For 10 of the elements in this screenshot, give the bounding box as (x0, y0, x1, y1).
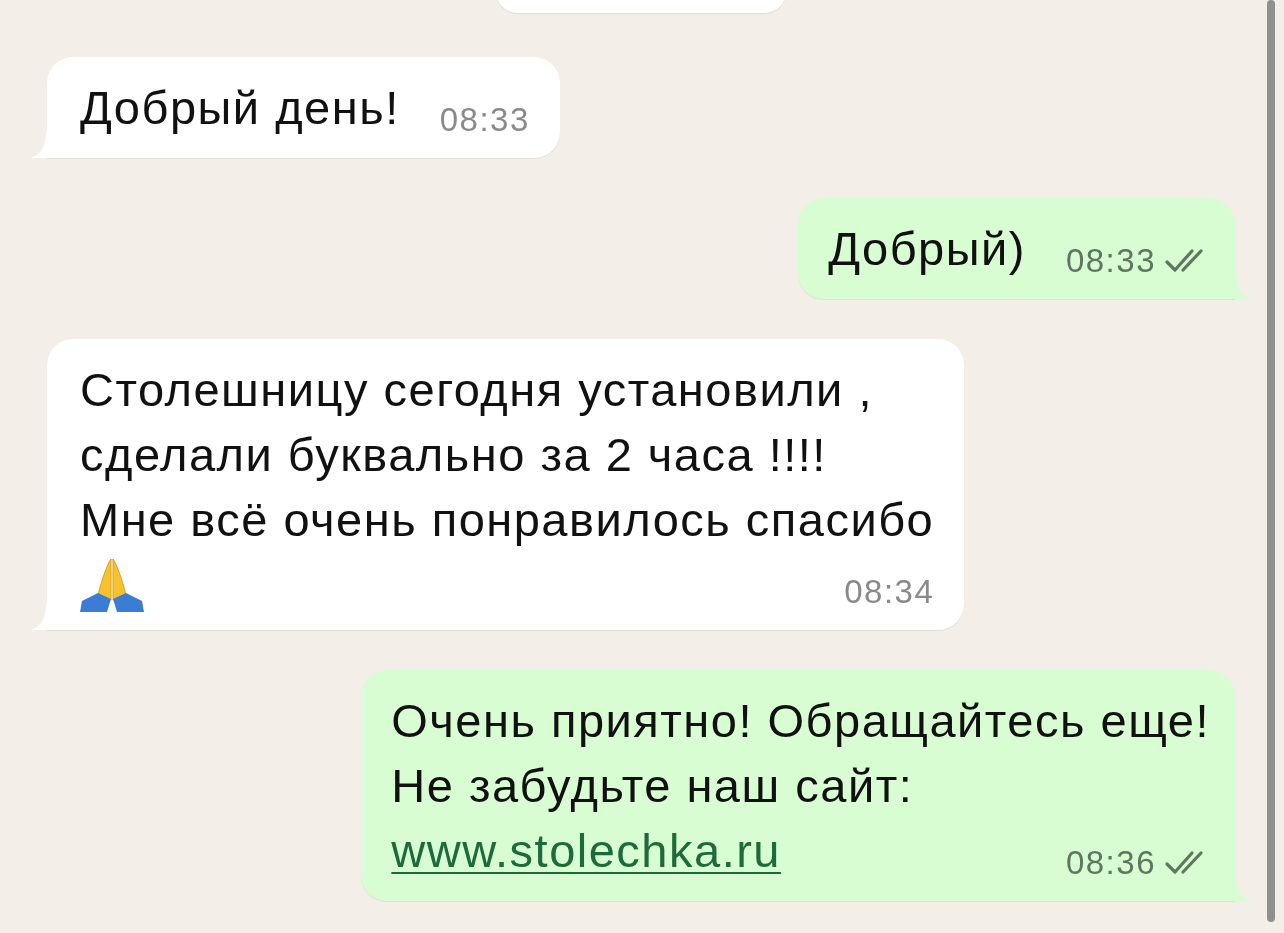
message-time: 08:33 (439, 100, 530, 140)
message-text: Столешницу сегодня установили , сделали буквально за 2 часа !!!! Мне всё очень понравилось спасибо (80, 362, 935, 548)
praying-hands-icon (80, 557, 144, 612)
website-link[interactable]: www.stolechka.ru (391, 818, 781, 883)
message-text: Добрый день! (80, 80, 400, 136)
message-time: 08:33 (1065, 241, 1156, 281)
message-text: Добрый) (828, 221, 1026, 277)
message-time: 08:36 (1065, 843, 1156, 883)
message-text: Очень приятно! Обращайтесь еще! Не забудьте наш сайт: (391, 693, 1210, 814)
message-time: 08:34 (844, 572, 935, 612)
